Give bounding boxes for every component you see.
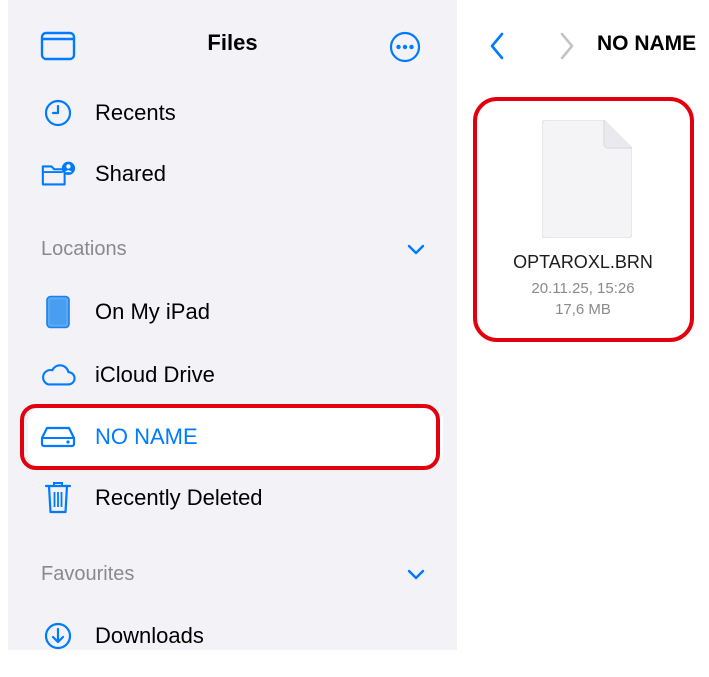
cloud-icon bbox=[40, 357, 76, 393]
sidebar-item-label: Recents bbox=[95, 100, 176, 125]
back-button[interactable] bbox=[480, 28, 514, 64]
sidebar: Files Recents Shared Locations On My iPa… bbox=[8, 0, 457, 650]
sidebar-item-label: Shared bbox=[95, 161, 166, 186]
chevron-down-icon bbox=[407, 242, 425, 260]
chevron-down-icon bbox=[407, 567, 425, 585]
sidebar-item-recents[interactable]: Recents bbox=[8, 90, 457, 136]
sidebar-item-label: On My iPad bbox=[95, 299, 210, 324]
section-heading: Locations bbox=[41, 238, 127, 260]
folder-title: NO NAME bbox=[597, 32, 697, 55]
shared-folder-icon bbox=[40, 156, 76, 192]
ipad-icon bbox=[40, 294, 76, 330]
favourites-section-header[interactable]: Favourites bbox=[8, 555, 457, 595]
sidebar-item-icloud-drive[interactable]: iCloud Drive bbox=[8, 352, 457, 398]
trash-icon bbox=[40, 480, 76, 516]
sidebar-item-label: iCloud Drive bbox=[95, 362, 215, 387]
selection-annotation-box bbox=[20, 404, 440, 470]
sidebar-item-label: Downloads bbox=[95, 623, 204, 648]
sidebar-item-recently-deleted[interactable]: Recently Deleted bbox=[8, 475, 457, 521]
sidebar-item-downloads[interactable]: Downloads bbox=[8, 613, 457, 659]
sidebar-item-on-my-ipad[interactable]: On My iPad bbox=[8, 289, 457, 335]
download-icon bbox=[40, 618, 76, 654]
file-annotation-box bbox=[473, 97, 694, 342]
sidebar-item-shared[interactable]: Shared bbox=[8, 151, 457, 197]
clock-icon bbox=[40, 95, 76, 131]
chevron-right-icon bbox=[560, 32, 574, 60]
chevron-left-icon bbox=[490, 32, 504, 60]
sidebar-item-label: Recently Deleted bbox=[95, 485, 263, 510]
section-heading: Favourites bbox=[41, 563, 135, 585]
locations-section-header[interactable]: Locations bbox=[8, 230, 457, 270]
more-button[interactable] bbox=[386, 28, 424, 66]
ellipsis-circle-icon bbox=[389, 31, 421, 63]
forward-button[interactable] bbox=[550, 28, 584, 64]
